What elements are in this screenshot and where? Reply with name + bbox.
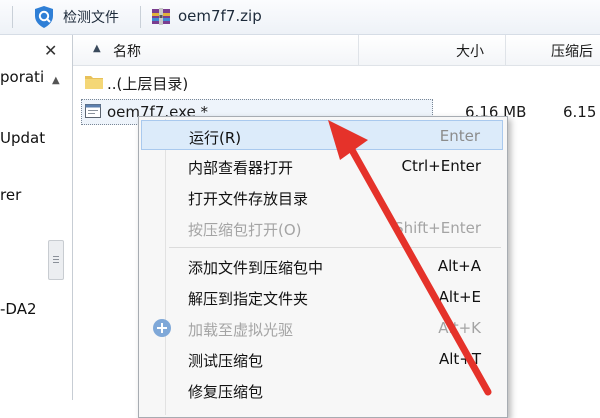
folder-tree-panel: ✕ ▲ porati Updat rer -DA2	[0, 35, 73, 400]
menu-item-label: 加载至虚拟光驱	[188, 321, 294, 339]
menu-item-label: 内部查看器打开	[188, 159, 294, 177]
archive-title[interactable]: oem7f7.zip	[178, 7, 262, 25]
close-icon[interactable]: ✕	[44, 41, 57, 60]
shield-check-icon[interactable]	[33, 5, 55, 29]
tree-item[interactable]: -DA2	[0, 300, 37, 318]
column-header-packed[interactable]: 压缩后	[551, 41, 593, 61]
list-item-parent-dir[interactable]: ..(上层目录)	[73, 69, 600, 95]
virtual-disc-icon	[153, 319, 171, 337]
check-file-button[interactable]: 检测文件	[63, 7, 119, 27]
menu-item-open-as-archive: 按压缩包打开(O) Shift+Enter	[141, 213, 503, 243]
menu-separator	[169, 247, 501, 248]
column-header-name[interactable]: 名称	[113, 41, 141, 61]
menu-item-label: 添加文件到压缩包中	[188, 259, 324, 277]
menu-item-label: 解压到指定文件夹	[188, 290, 309, 308]
menu-item-label: 修复压缩包	[188, 383, 264, 401]
file-packed-size: 6.15	[563, 103, 597, 121]
exe-file-icon	[85, 104, 101, 118]
scroll-up-icon[interactable]: ▲	[52, 75, 60, 86]
menu-item-shortcut: Alt+E	[438, 288, 481, 306]
context-menu: 运行(R) Enter 内部查看器打开 Ctrl+Enter 打开文件存放目录 …	[138, 116, 508, 418]
menu-item-mount-virtual-drive: 加载至虚拟光驱 Alt+K	[141, 313, 503, 343]
menu-item-shortcut: Alt+T	[438, 350, 481, 368]
menu-item-shortcut: Ctrl+Enter	[401, 157, 481, 175]
menu-item-shortcut: Enter	[439, 127, 480, 145]
toolbar: 检测文件 oem7f7.zip	[0, 0, 600, 35]
column-header-size[interactable]: 大小	[456, 41, 484, 61]
scrollbar-thumb[interactable]	[48, 240, 64, 280]
folder-up-icon	[85, 76, 103, 89]
menu-item-open-location[interactable]: 打开文件存放目录	[141, 182, 503, 212]
menu-item-extract-to[interactable]: 解压到指定文件夹 Alt+E	[141, 282, 503, 312]
tree-item[interactable]: rer	[0, 186, 21, 204]
menu-item-label: 运行(R)	[189, 129, 242, 147]
menu-item-internal-viewer[interactable]: 内部查看器打开 Ctrl+Enter	[141, 151, 503, 181]
menu-item-shortcut: Alt+A	[437, 257, 481, 275]
tree-item[interactable]: Updat	[0, 129, 45, 147]
menu-item-add-files[interactable]: 添加文件到压缩包中 Alt+A	[141, 251, 503, 281]
menu-item-run[interactable]: 运行(R) Enter	[141, 120, 503, 150]
zip-archive-icon	[152, 8, 170, 25]
menu-item-label: 按压缩包打开(O)	[188, 221, 302, 239]
toolbar-separator	[12, 6, 13, 28]
menu-item-label: 测试压缩包	[188, 352, 264, 370]
menu-item-repair-archive[interactable]: 修复压缩包	[141, 375, 503, 405]
file-name: ..(上层目录)	[107, 75, 189, 93]
menu-item-label: 打开文件存放目录	[188, 190, 309, 208]
tree-item[interactable]: porati	[0, 68, 44, 86]
sort-ascending-icon: ▲	[93, 43, 101, 54]
list-header: ▲ 名称 大小 压缩后	[73, 35, 600, 66]
menu-item-test-archive[interactable]: 测试压缩包 Alt+T	[141, 344, 503, 374]
toolbar-separator	[140, 6, 141, 28]
menu-item-shortcut: Alt+K	[438, 319, 481, 337]
menu-item-shortcut: Shift+Enter	[394, 219, 481, 237]
